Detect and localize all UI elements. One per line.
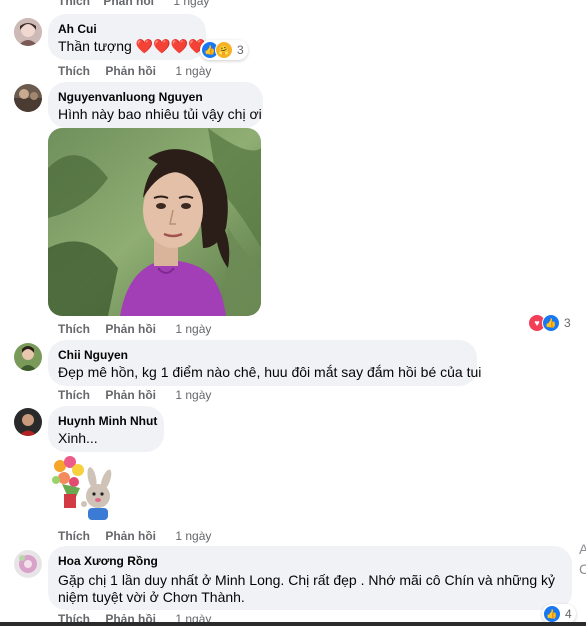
care-icon: 🤗 [215, 41, 233, 59]
comment-actions: Thích Phản hồi 1 ngày [58, 529, 211, 543]
avatar[interactable] [14, 343, 42, 371]
reaction-summary[interactable]: 👍 🤗 3 [200, 40, 248, 60]
bunny-flower-sticker-icon [52, 456, 112, 520]
sticker-bunny-flowers[interactable] [48, 452, 122, 526]
bottom-edge-bar [0, 622, 586, 626]
like-link[interactable]: Thích [58, 388, 90, 402]
timestamp[interactable]: 1 ngày [175, 388, 211, 402]
reply-link[interactable]: Phản hồi [105, 64, 156, 78]
reaction-count: 4 [565, 607, 572, 621]
comment-author[interactable]: Huynh Minh Nhut [58, 414, 157, 428]
avatar-image [14, 408, 42, 436]
comment-actions: Thích Phản hồi 1 ngày [58, 388, 211, 402]
timestamp[interactable]: 1 ngày [173, 0, 209, 8]
comment-text: Thần tượng ❤️❤️❤️❤️ [58, 38, 206, 54]
like-icon: 👍 [543, 605, 561, 623]
avatar-image [14, 84, 42, 112]
comment-actions: Thích Phản hồi 1 ngày [58, 322, 211, 336]
avatar-image [14, 18, 42, 46]
avatar[interactable] [14, 18, 42, 46]
timestamp[interactable]: 1 ngày [175, 322, 211, 336]
comment-text: Hình này bao nhiêu tủi vậy chị ơi [58, 106, 262, 122]
timestamp[interactable]: 1 ngày [175, 64, 211, 78]
comment-author[interactable]: Nguyenvanluong Nguyen [58, 90, 203, 104]
avatar-image [14, 343, 42, 371]
avatar-image [14, 550, 42, 578]
comment-author[interactable]: Ah Cui [58, 22, 97, 36]
comment-text: Đẹp mê hồn, kg 1 điểm nào chê, huu đôi m… [58, 364, 482, 380]
comment-photo[interactable] [48, 128, 261, 316]
reply-link[interactable]: Phản hồi [103, 0, 154, 8]
avatar[interactable] [14, 550, 42, 578]
comment-text-line-2: niệm tuyệt vời ở Chơn Thành. [58, 589, 245, 605]
reply-link[interactable]: Phản hồi [105, 322, 156, 336]
avatar[interactable] [14, 408, 42, 436]
reaction-summary[interactable]: 👍 4 [542, 604, 576, 624]
comment-text-line-1: Gặp chị 1 lần duy nhất ở Minh Long. Chị … [58, 572, 555, 588]
reaction-count: 3 [237, 43, 244, 57]
comment-actions: Thích Phản hồi 1 ngày [58, 64, 211, 78]
reply-link[interactable]: Phản hồi [105, 529, 156, 543]
like-link[interactable]: Thích [58, 322, 90, 336]
reaction-summary[interactable]: ♥ 👍 3 [528, 314, 571, 332]
like-icon: 👍 [542, 314, 560, 332]
comment-text: Xinh... [58, 430, 98, 446]
previous-comment-actions: Thích Phản hồi 1 ngày [58, 0, 209, 8]
like-link[interactable]: Thích [58, 64, 90, 78]
comment-author[interactable]: Chii Nguyen [58, 348, 128, 362]
comment-author[interactable]: Hoa Xương Rồng [58, 554, 158, 568]
girl-photo-image [48, 128, 261, 316]
avatar[interactable] [14, 84, 42, 112]
reply-link[interactable]: Phản hồi [105, 388, 156, 402]
edge-letter-a: A [579, 541, 586, 557]
like-link[interactable]: Thích [58, 0, 90, 8]
like-link[interactable]: Thích [58, 529, 90, 543]
edge-letter-c: C [579, 561, 586, 577]
timestamp[interactable]: 1 ngày [175, 529, 211, 543]
reaction-count: 3 [564, 316, 571, 330]
